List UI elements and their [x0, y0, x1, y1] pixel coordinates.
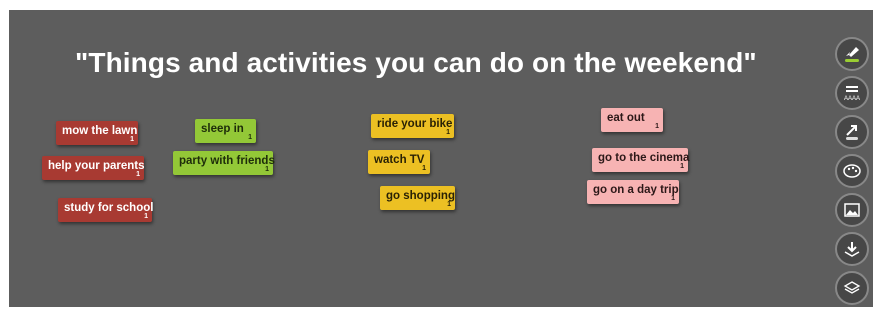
sticky-note[interactable]: go shopping 1 — [380, 186, 455, 210]
sticky-note[interactable]: study for school 1 — [58, 198, 154, 222]
note-text: party with friends — [179, 155, 275, 167]
note-count: 1 — [447, 201, 451, 208]
text-size-icon: AAAA — [844, 86, 860, 102]
note-count: 1 — [680, 163, 684, 170]
palette-icon — [843, 164, 861, 178]
note-text: watch TV — [374, 154, 425, 166]
svg-text:AAAA: AAAA — [844, 96, 860, 102]
note-text: go on a day trip — [593, 184, 679, 196]
note-text: eat out — [607, 112, 645, 124]
text-size-tool-button[interactable]: AAAA — [835, 76, 869, 110]
arrow-tool-button[interactable] — [835, 115, 869, 149]
note-text: go to the cinema — [598, 152, 690, 164]
note-count: 1 — [422, 165, 426, 172]
sticky-note[interactable]: watch TV 1 — [368, 150, 430, 174]
sticky-note[interactable]: party with friends 1 — [173, 151, 275, 175]
note-count: 1 — [248, 134, 252, 141]
note-count: 1 — [130, 136, 134, 143]
note-count: 1 — [136, 171, 140, 178]
note-text: mow the lawn — [62, 125, 138, 137]
sticky-note[interactable]: go to the cinema 1 — [592, 148, 690, 172]
sticky-note[interactable]: eat out 1 — [601, 108, 663, 132]
sticky-note[interactable]: sleep in 1 — [195, 119, 256, 143]
tool-sidebar: AAAA — [835, 37, 871, 310]
note-count: 1 — [446, 129, 450, 136]
palette-tool-button[interactable] — [835, 154, 869, 188]
board-title: "Things and activities you can do on the… — [75, 47, 757, 78]
layers-tool-button[interactable] — [835, 271, 869, 305]
layers-icon — [843, 281, 861, 294]
note-count: 1 — [655, 123, 659, 130]
sticky-note[interactable]: help your parents 1 — [42, 156, 145, 180]
download-tool-button[interactable] — [835, 232, 869, 266]
rocket-icon — [845, 47, 859, 62]
note-text: ride your bike — [377, 118, 453, 130]
note-count: 1 — [265, 166, 269, 173]
sticky-note[interactable]: ride your bike 1 — [371, 114, 454, 138]
arrow-icon — [846, 125, 858, 140]
download-icon — [844, 242, 860, 257]
rocket-tool-button[interactable] — [835, 37, 869, 71]
note-count: 1 — [144, 213, 148, 220]
note-text: help your parents — [48, 160, 145, 172]
note-text: go shopping — [386, 190, 455, 202]
image-icon — [844, 203, 860, 217]
sticky-note[interactable]: go on a day trip 1 — [587, 180, 679, 204]
sticky-note[interactable]: mow the lawn 1 — [56, 121, 138, 145]
note-text: study for school — [64, 202, 154, 214]
image-tool-button[interactable] — [835, 193, 869, 227]
note-count: 1 — [671, 195, 675, 202]
note-text: sleep in — [201, 123, 244, 135]
